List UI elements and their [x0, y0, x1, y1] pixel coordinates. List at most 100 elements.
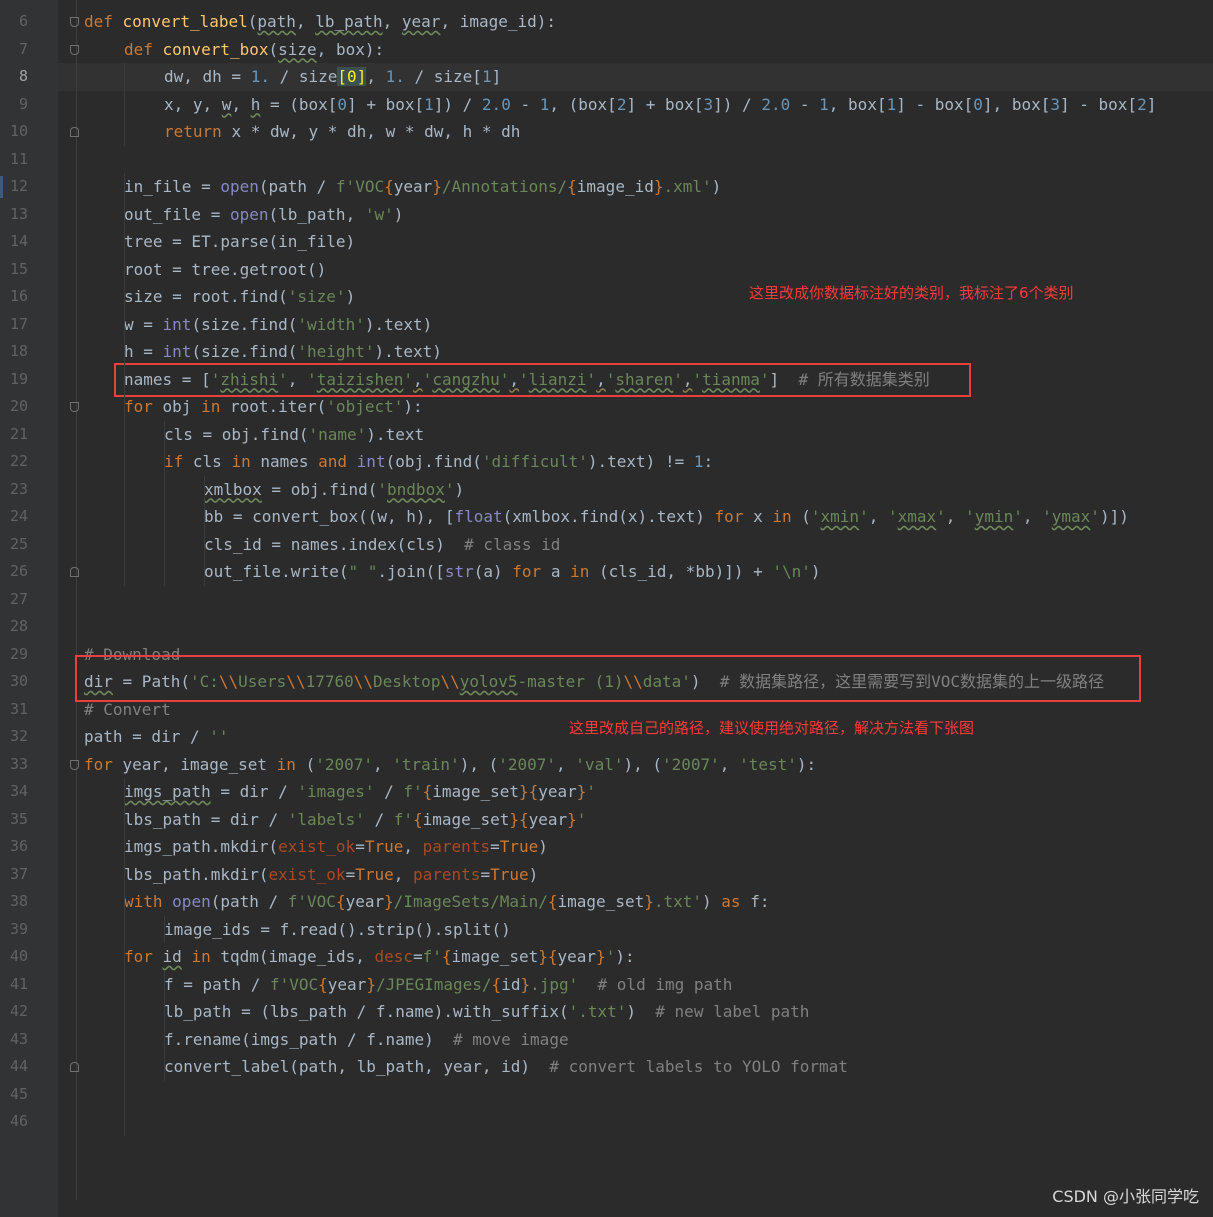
code-token: }: [366, 974, 376, 994]
fold-toggle-icon[interactable]: [70, 17, 79, 27]
code-line-38[interactable]: with open(path / f'VOC{year}/ImageSets/M…: [124, 888, 769, 916]
line-number: 32: [9, 727, 28, 745]
code-token: imgs_path: [124, 782, 211, 801]
code-line-32[interactable]: path = dir / '': [84, 723, 229, 751]
code-token: path: [257, 12, 296, 31]
code-line-12[interactable]: in_file = open(path / f'VOC{year}/Annota…: [124, 173, 721, 201]
code-token: id: [162, 947, 182, 966]
code-line-14[interactable]: tree = ET.parse(in_file): [124, 228, 355, 256]
code-token: in: [570, 562, 599, 581]
code-token: /: [269, 67, 299, 86]
code-token: {: [491, 974, 502, 994]
code-line-34[interactable]: imgs_path = dir / 'images' / f'{image_se…: [124, 778, 596, 806]
line-number: 11: [9, 149, 28, 168]
line-number: 17: [9, 314, 28, 333]
code-token: with: [124, 892, 173, 911]
code-token: year: [327, 974, 367, 994]
code-token: cls_id = names.index(cls): [204, 534, 465, 554]
code-token: =: [413, 947, 423, 966]
code-line-22[interactable]: if cls in names and int(obj.find('diffic…: [164, 448, 713, 476]
fold-toggle-icon[interactable]: [70, 567, 79, 577]
code-token: }: [384, 892, 394, 911]
line-number: 27: [9, 589, 28, 608]
code-line-39[interactable]: image_ids = f.read().strip().split(): [164, 916, 511, 944]
code-line-44[interactable]: convert_label(path, lb_path, year, id) #…: [164, 1053, 848, 1081]
code-line-16[interactable]: size = root.find('size'): [124, 283, 355, 311]
code-line-43[interactable]: f.rename(imgs_path / f.name) # move imag…: [164, 1026, 569, 1054]
code-token: 'train': [392, 754, 460, 774]
fold-toggle-icon[interactable]: [70, 44, 79, 55]
code-token: True: [490, 864, 529, 884]
code-line-41[interactable]: f = path / f'VOC{year}/JPEGImages/{id}.j…: [164, 971, 732, 999]
code-token: ': [859, 507, 869, 526]
code-token: for: [714, 507, 754, 526]
code-line-25[interactable]: cls_id = names.index(cls) # class id: [204, 531, 560, 559]
code-line-9[interactable]: x, y, w, h = (box[0] + box[1]) / 2.0 - 1…: [164, 91, 1156, 119]
code-token: year: [393, 177, 433, 196]
code-token: ): [702, 892, 722, 911]
fold-toggle-icon[interactable]: [70, 1062, 79, 1072]
fold-toggle-icon[interactable]: [70, 402, 79, 412]
code-token: [: [337, 67, 348, 86]
code-line-20[interactable]: for obj in root.iter('object'):: [124, 393, 423, 421]
code-token: 1.: [250, 67, 270, 86]
code-line-7[interactable]: def convert_box(size, box):: [124, 36, 384, 64]
code-token: image_id: [576, 177, 654, 196]
code-line-18[interactable]: h = int(size.find('height').text): [124, 338, 442, 366]
code-editor[interactable]: 6 7 8 9 10 11 12 13 14 15 16 17 18 19 20 21 22 23 24 25 26 27…: [0, 0, 1213, 1217]
line-number: 10: [9, 122, 28, 140]
line-number: 22: [9, 452, 28, 470]
code-line-42[interactable]: lb_path = (lbs_path / f.name).with_suffi…: [164, 998, 809, 1026]
code-token: image_set: [451, 947, 539, 966]
code-line-13[interactable]: out_file = open(lb_path, 'w'): [124, 201, 403, 229]
code-token: .join([: [377, 562, 445, 581]
code-token: 'difficult': [481, 452, 588, 471]
code-token: ] + box[: [626, 94, 704, 114]
code-line-10[interactable]: return x * dw, y * dh, w * dw, h * dh: [164, 118, 520, 146]
code-line-37[interactable]: lbs_path.mkdir(exist_ok=True, parents=Tr…: [124, 861, 538, 889]
code-token: tqdm(image_ids,: [220, 947, 375, 966]
code-token: # convert labels to YOLO format: [549, 1057, 848, 1076]
code-token: int: [162, 314, 192, 334]
code-token: ': [1013, 507, 1023, 526]
code-token: for: [512, 562, 551, 581]
code-token: # Convert: [84, 699, 171, 719]
code-token: {: [318, 974, 328, 994]
code-token: ,: [945, 507, 966, 526]
code-token: names: [260, 452, 319, 471]
code-line-33[interactable]: for year, image_set in ('2007', 'train')…: [84, 751, 816, 779]
code-token: ,: [1022, 507, 1043, 526]
code-line-24[interactable]: bb = convert_box((w, h), [float(xmlbox.f…: [204, 503, 1129, 531]
code-token: (: [801, 507, 811, 526]
code-token: xmlbox: [204, 479, 262, 499]
code-token: = (box[: [260, 94, 338, 114]
code-token: as: [721, 892, 751, 911]
code-token: 'test': [739, 754, 797, 774]
code-token: }: [644, 892, 654, 911]
code-line-15[interactable]: root = tree.getroot(): [124, 256, 326, 284]
code-token: 'object': [326, 397, 404, 416]
line-number: 7: [18, 39, 28, 58]
code-token: }{: [509, 809, 529, 829]
code-token: 2.0: [761, 94, 791, 114]
indent-guide: [124, 778, 125, 1136]
code-token: .jpg': [530, 974, 579, 994]
code-line-21[interactable]: cls = obj.find('name').text: [164, 421, 424, 449]
code-line-8[interactable]: dw, dh = 1. / size[0], 1. / size[1]: [164, 63, 501, 91]
code-line-36[interactable]: imgs_path.mkdir(exist_ok=True, parents=T…: [124, 833, 548, 861]
code-token: ': [576, 809, 587, 829]
code-token: f'VOC: [335, 177, 385, 196]
code-line-6[interactable]: def convert_label(path, lb_path, year, i…: [84, 8, 556, 36]
code-token: 3: [703, 94, 714, 114]
code-line-26[interactable]: out_file.write(" ".join([str(a) for a in…: [204, 558, 821, 586]
code-token: ': [605, 947, 616, 966]
code-line-40[interactable]: for id in tqdm(image_ids, desc=f'{image_…: [124, 943, 635, 971]
code-token: ,: [719, 754, 740, 774]
code-line-17[interactable]: w = int(size.find('width').text): [124, 311, 432, 339]
code-line-35[interactable]: lbs_path = dir / 'labels' / f'{image_set…: [124, 806, 586, 834]
fold-toggle-icon[interactable]: [70, 127, 79, 137]
code-token: " ": [348, 562, 378, 581]
code-line-23[interactable]: xmlbox = obj.find('bndbox'): [204, 476, 464, 504]
fold-toggle-icon[interactable]: [70, 759, 79, 770]
